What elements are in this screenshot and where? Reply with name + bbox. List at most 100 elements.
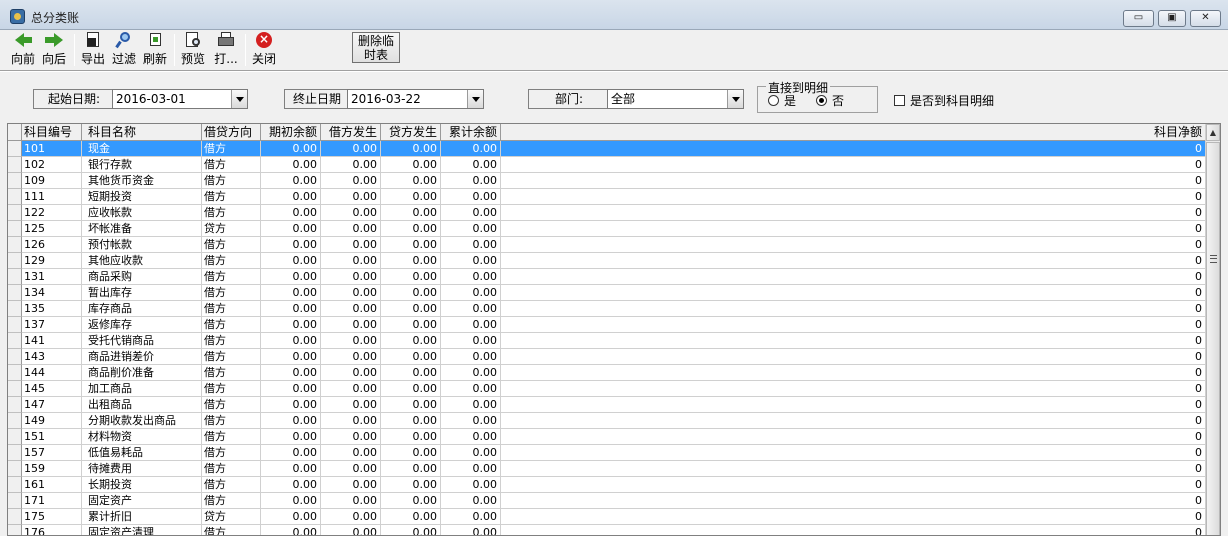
row-indicator[interactable] <box>8 157 22 173</box>
row-indicator[interactable] <box>8 301 22 317</box>
filter-panel: 起始日期: 2016-03-01 终止日期 2016-03-22 部门: 全部 … <box>8 74 1220 120</box>
scroll-thumb[interactable] <box>1206 142 1220 535</box>
cell-opening: 0.00 <box>261 269 321 285</box>
table-row[interactable]: 176 固定资产清理 借方 0.00 0.00 0.00 0.00 0 <box>8 525 1206 535</box>
cell-credit: 0.00 <box>381 461 441 477</box>
row-indicator[interactable] <box>8 493 22 509</box>
table-row[interactable]: 111 短期投资 借方 0.00 0.00 0.00 0.00 0 <box>8 189 1206 205</box>
cell-direction: 贷方 <box>202 221 261 237</box>
end-date-combo[interactable]: 2016-03-22 <box>347 89 484 109</box>
chevron-down-icon[interactable] <box>467 90 483 108</box>
table-row[interactable]: 157 低值易耗品 借方 0.00 0.00 0.00 0.00 0 <box>8 445 1206 461</box>
preview-button[interactable]: 预览 <box>179 32 207 68</box>
row-indicator[interactable] <box>8 141 22 157</box>
table-row[interactable]: 149 分期收款发出商品 借方 0.00 0.00 0.00 0.00 0 <box>8 413 1206 429</box>
table-row[interactable]: 171 固定资产 借方 0.00 0.00 0.00 0.00 0 <box>8 493 1206 509</box>
cell-cumulative: 0.00 <box>441 157 501 173</box>
radio-no[interactable]: 否 <box>816 95 844 108</box>
table-row[interactable]: 122 应收帐款 借方 0.00 0.00 0.00 0.00 0 <box>8 205 1206 221</box>
back-button[interactable]: 向前 <box>9 32 37 68</box>
table-row[interactable]: 125 坏帐准备 贷方 0.00 0.00 0.00 0.00 0 <box>8 221 1206 237</box>
row-indicator[interactable] <box>8 381 22 397</box>
table-row[interactable]: 161 长期投资 借方 0.00 0.00 0.00 0.00 0 <box>8 477 1206 493</box>
table-row[interactable]: 134 暂出库存 借方 0.00 0.00 0.00 0.00 0 <box>8 285 1206 301</box>
cell-opening: 0.00 <box>261 141 321 157</box>
row-indicator[interactable] <box>8 429 22 445</box>
dept-label: 部门: <box>528 89 610 109</box>
table-row[interactable]: 137 返修库存 借方 0.00 0.00 0.00 0.00 0 <box>8 317 1206 333</box>
header-debit[interactable]: 借方发生 <box>321 124 381 141</box>
chevron-down-icon[interactable] <box>727 90 743 108</box>
filter-button[interactable]: 过滤 <box>110 32 138 68</box>
minimize-button[interactable]: ▭ <box>1123 10 1154 27</box>
radio-yes[interactable]: 是 <box>768 95 796 108</box>
grip-icon <box>1210 255 1217 263</box>
header-net[interactable]: 科目净额 <box>501 124 1206 141</box>
header-cumulative[interactable]: 累计余额 <box>441 124 501 141</box>
row-indicator[interactable] <box>8 397 22 413</box>
maximize-button[interactable]: ▣ <box>1158 10 1186 27</box>
row-indicator[interactable] <box>8 349 22 365</box>
cell-cumulative: 0.00 <box>441 349 501 365</box>
ledger-grid[interactable]: 科目编号 科目名称 借贷方向 期初余额 借方发生 贷方发生 累计余额 科目净额 … <box>7 123 1221 536</box>
cell-net: 0 <box>501 205 1206 221</box>
refresh-button[interactable]: 刷新 <box>141 32 169 68</box>
row-indicator[interactable] <box>8 221 22 237</box>
table-row[interactable]: 141 受托代销商品 借方 0.00 0.00 0.00 0.00 0 <box>8 333 1206 349</box>
row-indicator[interactable] <box>8 365 22 381</box>
table-row[interactable]: 109 其他货币资金 借方 0.00 0.00 0.00 0.00 0 <box>8 173 1206 189</box>
cell-debit: 0.00 <box>321 253 381 269</box>
row-indicator[interactable] <box>8 333 22 349</box>
table-row[interactable]: 144 商品削价准备 借方 0.00 0.00 0.00 0.00 0 <box>8 365 1206 381</box>
row-indicator[interactable] <box>8 205 22 221</box>
vertical-scrollbar[interactable]: ▲ <box>1205 124 1220 535</box>
table-row[interactable]: 101 现金 借方 0.00 0.00 0.00 0.00 0 <box>8 141 1206 157</box>
delete-temp-table-button[interactable]: 删除临 时表 <box>352 32 400 63</box>
header-code[interactable]: 科目编号 <box>22 124 82 141</box>
subject-detail-checkbox[interactable]: 是否到科目明细 <box>894 95 994 108</box>
cell-name: 商品采购 <box>82 269 202 285</box>
chevron-down-icon[interactable] <box>231 90 247 108</box>
header-direction[interactable]: 借贷方向 <box>202 124 261 141</box>
table-row[interactable]: 145 加工商品 借方 0.00 0.00 0.00 0.00 0 <box>8 381 1206 397</box>
table-row[interactable]: 102 银行存款 借方 0.00 0.00 0.00 0.00 0 <box>8 157 1206 173</box>
header-name[interactable]: 科目名称 <box>82 124 202 141</box>
table-row[interactable]: 151 材料物资 借方 0.00 0.00 0.00 0.00 0 <box>8 429 1206 445</box>
row-indicator[interactable] <box>8 445 22 461</box>
table-row[interactable]: 129 其他应收款 借方 0.00 0.00 0.00 0.00 0 <box>8 253 1206 269</box>
cell-net: 0 <box>501 397 1206 413</box>
export-button[interactable]: 导出 <box>79 32 107 68</box>
cell-direction: 借方 <box>202 477 261 493</box>
table-row[interactable]: 143 商品进销差价 借方 0.00 0.00 0.00 0.00 0 <box>8 349 1206 365</box>
row-indicator[interactable] <box>8 317 22 333</box>
table-row[interactable]: 135 库存商品 借方 0.00 0.00 0.00 0.00 0 <box>8 301 1206 317</box>
print-button[interactable]: 打... <box>212 32 240 68</box>
cell-debit: 0.00 <box>321 189 381 205</box>
row-indicator[interactable] <box>8 285 22 301</box>
scroll-up-icon[interactable]: ▲ <box>1206 124 1220 141</box>
row-indicator[interactable] <box>8 173 22 189</box>
row-indicator[interactable] <box>8 189 22 205</box>
row-indicator[interactable] <box>8 269 22 285</box>
dept-combo[interactable]: 全部 <box>607 89 744 109</box>
cell-name: 应收帐款 <box>82 205 202 221</box>
row-indicator[interactable] <box>8 477 22 493</box>
table-row[interactable]: 159 待摊费用 借方 0.00 0.00 0.00 0.00 0 <box>8 461 1206 477</box>
table-row[interactable]: 147 出租商品 借方 0.00 0.00 0.00 0.00 0 <box>8 397 1206 413</box>
header-opening[interactable]: 期初余额 <box>261 124 321 141</box>
table-row[interactable]: 175 累计折旧 贷方 0.00 0.00 0.00 0.00 0 <box>8 509 1206 525</box>
forward-button[interactable]: 向后 <box>40 32 68 68</box>
row-indicator[interactable] <box>8 253 22 269</box>
header-credit[interactable]: 贷方发生 <box>381 124 441 141</box>
row-indicator[interactable] <box>8 525 22 535</box>
row-indicator[interactable] <box>8 237 22 253</box>
close-button[interactable]: × 关闭 <box>250 32 278 68</box>
close-window-button[interactable]: ✕ <box>1190 10 1221 27</box>
table-row[interactable]: 131 商品采购 借方 0.00 0.00 0.00 0.00 0 <box>8 269 1206 285</box>
row-indicator[interactable] <box>8 509 22 525</box>
cell-opening: 0.00 <box>261 445 321 461</box>
row-indicator[interactable] <box>8 461 22 477</box>
table-row[interactable]: 126 预付帐款 借方 0.00 0.00 0.00 0.00 0 <box>8 237 1206 253</box>
start-date-combo[interactable]: 2016-03-01 <box>112 89 248 109</box>
row-indicator[interactable] <box>8 413 22 429</box>
